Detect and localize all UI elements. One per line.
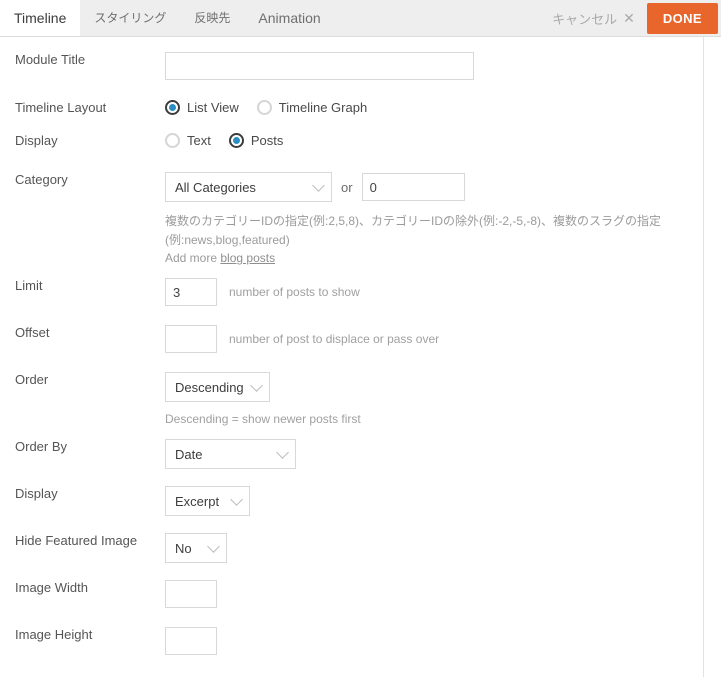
add-more-posts: Add more blog posts xyxy=(165,251,704,265)
chevron-down-icon xyxy=(230,493,243,506)
tab-timeline[interactable]: Timeline xyxy=(0,0,81,36)
row-module-title: Module Title xyxy=(0,52,704,80)
order-select[interactable]: Descending xyxy=(165,372,270,402)
category-label: Category xyxy=(15,172,68,187)
category-select[interactable]: All Categories xyxy=(165,172,332,202)
cancel-label: キャンセル xyxy=(552,11,618,27)
display-format-label: Display xyxy=(15,486,58,501)
done-button[interactable]: DONE xyxy=(646,2,718,34)
image-height-input[interactable] xyxy=(165,627,217,655)
row-hide-featured-image: Hide Featured Image No xyxy=(0,533,704,563)
chevron-down-icon xyxy=(276,446,289,459)
display-type-radio-group: Text Posts xyxy=(165,133,283,148)
row-limit: Limit number of posts to show xyxy=(0,278,704,306)
row-offset: Offset number of post to displace or pas… xyxy=(0,325,704,353)
timeline-layout-label: Timeline Layout xyxy=(15,100,107,115)
tab-animation-label: Animation xyxy=(258,10,321,26)
order-label: Order xyxy=(15,372,49,387)
limit-label: Limit xyxy=(15,278,43,293)
tab-target[interactable]: 反映先 xyxy=(180,0,244,36)
settings-body: Module Title Timeline Layout List View T… xyxy=(0,37,704,677)
image-height-label: Image Height xyxy=(15,627,93,642)
chevron-down-icon xyxy=(250,379,263,392)
radio-option-posts[interactable]: Posts xyxy=(228,133,284,148)
image-height-control xyxy=(165,627,704,655)
radio-timeline-graph-indicator xyxy=(256,100,272,115)
blog-posts-link[interactable]: blog posts xyxy=(220,251,275,265)
tab-styling[interactable]: スタイリング xyxy=(80,0,180,36)
row-order: Order Descending Descending = show newer… xyxy=(0,372,704,426)
module-title-control xyxy=(165,52,704,80)
offset-hint: number of post to displace or pass over xyxy=(229,332,440,346)
image-width-input[interactable] xyxy=(165,580,217,608)
category-select-value: All Categories xyxy=(175,179,256,195)
display-format-select-value: Excerpt xyxy=(175,493,220,509)
image-width-label: Image Width xyxy=(15,580,88,595)
timeline-layout-control: List View Timeline Graph xyxy=(165,100,704,115)
radio-option-list-view[interactable]: List View xyxy=(165,100,239,115)
header-actions: キャンセル ✕ DONE xyxy=(552,0,721,36)
display-format-select[interactable]: Excerpt xyxy=(165,486,250,516)
category-or-text: or xyxy=(341,179,353,195)
limit-input[interactable] xyxy=(165,278,217,306)
order-hint: Descending = show newer posts first xyxy=(165,412,361,426)
radio-posts-indicator xyxy=(228,133,244,148)
category-control: All Categories or 複数のカテゴリーIDの指定(例:2,5,8)… xyxy=(165,172,704,265)
row-category: Category All Categories or 複数のカテゴリーIDの指定… xyxy=(0,172,704,265)
row-timeline-layout: Timeline Layout List View Timeline Graph xyxy=(0,100,704,116)
chevron-down-icon xyxy=(207,540,220,553)
category-hint-line1: 複数のカテゴリーIDの指定(例:2,5,8)、カテゴリーIDの除外(例:-2,-… xyxy=(165,214,662,228)
hide-featured-image-label: Hide Featured Image xyxy=(15,533,138,548)
radio-list-view-label: List View xyxy=(187,100,239,115)
settings-tabbar: Timeline スタイリング 反映先 Animation キャンセル ✕ DO… xyxy=(0,0,721,37)
display-format-control: Excerpt xyxy=(165,486,704,516)
limit-hint: number of posts to show xyxy=(229,285,360,299)
row-image-width: Image Width xyxy=(0,580,704,608)
tab-animation[interactable]: Animation xyxy=(244,0,334,36)
order-by-select[interactable]: Date xyxy=(165,439,296,469)
cancel-button[interactable]: キャンセル ✕ xyxy=(552,9,635,28)
row-display-type: Display Text Posts xyxy=(0,133,704,149)
order-control: Descending Descending = show newer posts… xyxy=(165,372,704,426)
image-width-control xyxy=(165,580,704,608)
category-selectors: All Categories or xyxy=(165,172,704,202)
radio-timeline-graph-label: Timeline Graph xyxy=(278,100,368,115)
category-id-input[interactable] xyxy=(361,173,465,201)
radio-text-label: Text xyxy=(187,133,211,148)
hide-featured-image-control: No xyxy=(165,533,704,563)
module-title-input[interactable] xyxy=(165,52,474,80)
offset-input[interactable] xyxy=(165,325,217,353)
radio-option-text[interactable]: Text xyxy=(165,133,211,148)
radio-list-view-indicator xyxy=(165,100,180,115)
order-by-control: Date xyxy=(165,439,704,469)
radio-text-indicator xyxy=(165,133,180,148)
hide-featured-image-select[interactable]: No xyxy=(165,533,227,563)
tab-list: Timeline スタイリング 反映先 Animation xyxy=(0,0,335,36)
row-order-by: Order By Date xyxy=(0,439,704,469)
tab-styling-label: スタイリング xyxy=(94,11,167,25)
category-hint-line2: (例:news,blog,featured) xyxy=(165,232,290,247)
module-title-label: Module Title xyxy=(15,52,86,67)
tab-timeline-label: Timeline xyxy=(14,10,67,26)
timeline-layout-radio-group: List View Timeline Graph xyxy=(165,100,367,115)
offset-control: number of post to displace or pass over xyxy=(165,325,704,353)
display-type-control: Text Posts xyxy=(165,133,704,148)
radio-option-timeline-graph[interactable]: Timeline Graph xyxy=(256,100,368,115)
close-icon: ✕ xyxy=(623,10,635,26)
limit-control: number of posts to show xyxy=(165,278,704,306)
order-by-select-value: Date xyxy=(175,446,203,462)
row-display-format: Display Excerpt xyxy=(0,486,704,516)
tab-target-label: 反映先 xyxy=(194,11,231,25)
hide-featured-image-select-value: No xyxy=(175,540,192,556)
row-image-height: Image Height xyxy=(0,627,704,655)
display-type-label: Display xyxy=(15,133,58,148)
module-settings-panel: Timeline スタイリング 反映先 Animation キャンセル ✕ DO… xyxy=(0,0,721,677)
add-more-prefix: Add more xyxy=(165,251,218,266)
order-by-label: Order By xyxy=(15,439,68,454)
radio-posts-label: Posts xyxy=(250,133,284,148)
order-select-value: Descending xyxy=(175,379,244,395)
offset-label: Offset xyxy=(15,325,50,340)
chevron-down-icon xyxy=(312,179,325,192)
